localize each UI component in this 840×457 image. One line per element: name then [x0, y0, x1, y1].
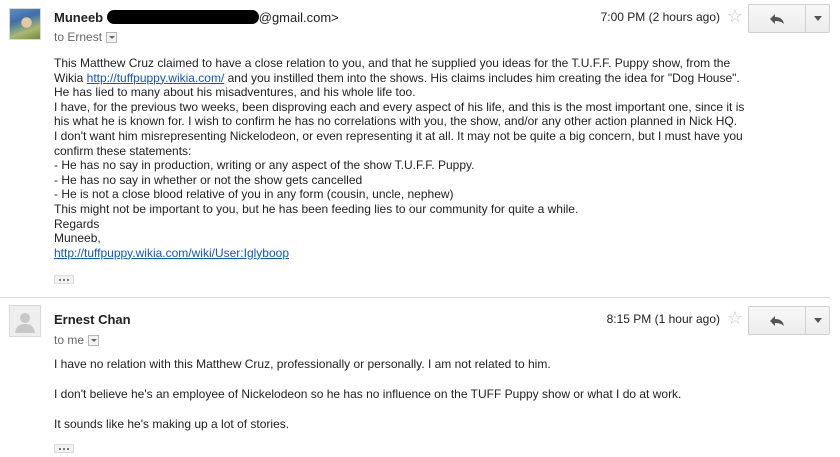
recipient-line: to Ernest [54, 30, 118, 44]
body-line: confirm these statements: [54, 143, 192, 158]
body-line: I don't want him misrepresenting Nickelo… [54, 128, 743, 143]
body-line: He has lied to many about his misadventu… [54, 85, 416, 100]
body-line: Regards [54, 216, 100, 231]
user-profile-link[interactable]: http://tuffpuppy.wikia.com/wiki/User:Igl… [54, 246, 289, 260]
message-timestamp: 7:00 PM (2 hours ago) [600, 10, 720, 24]
body-line: Wikia http://tuffpuppy.wikia.com/ and yo… [54, 71, 794, 86]
more-options-button[interactable] [806, 306, 830, 335]
body-line: - He is not a close blood relative of yo… [54, 187, 454, 202]
reply-arrow-icon [770, 315, 784, 326]
email-thread: Muneeb @gmail.com> to Ernest 7:00 PM (2 … [0, 0, 840, 457]
body-line: http://tuffpuppy.wikia.com/wiki/User:Igl… [54, 246, 794, 261]
chevron-down-icon [813, 318, 822, 323]
body-paragraph: I have no relation with this Matthew Cru… [54, 357, 551, 371]
show-trimmed-content-button[interactable] [54, 275, 74, 284]
recipient-line: to me [54, 333, 100, 347]
body-text: Wikia [54, 70, 87, 85]
recipient-label: to me [54, 333, 85, 347]
show-details-dropdown[interactable] [88, 335, 100, 346]
body-line: - He has no say in whether or not the sh… [54, 172, 363, 187]
redacted-email-bar [106, 10, 259, 24]
body-text: and you instilled them into the shows. H… [224, 70, 740, 85]
wikia-link[interactable]: http://tuffpuppy.wikia.com/ [87, 71, 225, 85]
message-2[interactable]: Ernest Chan to me 8:15 PM (1 hour ago) ☆… [0, 297, 840, 457]
sender-name[interactable]: Ernest Chan [54, 312, 131, 327]
reply-button[interactable] [748, 4, 806, 33]
star-icon[interactable]: ☆ [727, 308, 743, 328]
more-options-button[interactable] [806, 4, 830, 33]
body-paragraph: I don't believe he's an employee of Nick… [54, 387, 682, 401]
body-line: This Matthew Cruz claimed to have a clos… [54, 56, 731, 70]
body-line: I have, for the previous two weeks, been… [54, 99, 745, 114]
reply-button-group [748, 306, 830, 335]
sender-avatar[interactable] [9, 8, 41, 40]
sender-avatar[interactable] [9, 305, 41, 337]
show-trimmed-content-button[interactable] [54, 444, 74, 453]
person-silhouette-icon [15, 313, 35, 333]
star-icon[interactable]: ☆ [727, 6, 743, 26]
chevron-down-icon [813, 16, 822, 21]
reply-arrow-icon [770, 13, 784, 24]
message-timestamp: 8:15 PM (1 hour ago) [606, 312, 720, 326]
message-body: This Matthew Cruz claimed to have a clos… [54, 56, 794, 260]
sender-line: Ernest Chan [54, 312, 131, 327]
body-line: This might not be important to you, but … [54, 201, 579, 216]
sender-email-suffix: @gmail.com> [258, 10, 339, 25]
message-1[interactable]: Muneeb @gmail.com> to Ernest 7:00 PM (2 … [0, 0, 840, 296]
reply-button-group [748, 4, 830, 33]
recipient-label: to Ernest [54, 30, 103, 44]
body-line: his what he is known for. I wish to conf… [54, 114, 738, 129]
message-body: I have no relation with this Matthew Cru… [54, 357, 814, 447]
reply-button[interactable] [748, 306, 806, 335]
body-line: - He has no say in production, writing o… [54, 158, 475, 173]
sender-name[interactable]: Muneeb [54, 10, 103, 25]
sender-line: Muneeb @gmail.com> [54, 10, 339, 25]
body-line: Muneeb, [54, 231, 101, 246]
body-paragraph: It sounds like he's making up a lot of s… [54, 417, 290, 431]
show-details-dropdown[interactable] [106, 32, 118, 43]
